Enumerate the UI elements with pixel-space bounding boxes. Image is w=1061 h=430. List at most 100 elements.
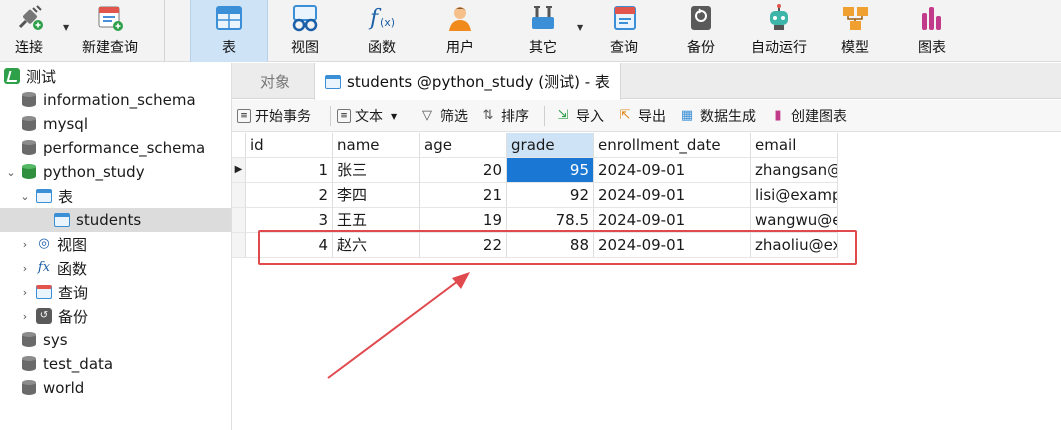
tree-backups-group[interactable]: › ↺ 备份	[0, 304, 231, 328]
automation-button[interactable]: 自动运行	[743, 0, 815, 62]
grid-cell[interactable]: 92	[507, 183, 594, 208]
create-chart-button[interactable]: ▮ 创建图表	[769, 100, 847, 132]
grid-cell[interactable]: 张三	[333, 158, 420, 183]
view-button[interactable]: 视图	[275, 0, 335, 62]
tree-label: 查询	[58, 283, 89, 302]
user-button[interactable]: 用户	[430, 0, 490, 62]
tree-tables-group[interactable]: ⌄ 表	[0, 184, 231, 208]
new-query-button[interactable]: 新建查询	[78, 0, 142, 62]
chevron-right-icon[interactable]: ›	[18, 238, 32, 251]
filter-button[interactable]: ▽ 筛选	[418, 100, 468, 132]
column-header-age[interactable]: age	[420, 133, 507, 158]
column-header-enrollment-date[interactable]: enrollment_date	[594, 133, 751, 158]
tree-label: world	[43, 379, 85, 397]
tree-connection[interactable]: 测试	[0, 64, 231, 88]
button-label: 数据生成	[700, 109, 756, 125]
grid-cell[interactable]: 李四	[333, 183, 420, 208]
chart-icon: ▮	[774, 108, 782, 123]
tree-label: performance_schema	[43, 139, 206, 157]
chevron-right-icon[interactable]: ›	[18, 310, 32, 323]
chevron-right-icon[interactable]: ›	[18, 262, 32, 275]
tree-db-mysql[interactable]: mysql	[0, 112, 231, 136]
connection-icon	[4, 68, 20, 84]
button-label: 导入	[576, 109, 604, 125]
table-button[interactable]: 表	[190, 0, 268, 62]
tree-table-students[interactable]: students	[0, 208, 231, 232]
begin-transaction-button[interactable]: ≡ 开始事务	[237, 100, 311, 132]
annotation-highlight-box	[258, 230, 857, 265]
chevron-down-icon[interactable]: ⌄	[4, 166, 18, 179]
tree-queries-group[interactable]: › 查询	[0, 280, 231, 304]
database-icon	[22, 116, 36, 132]
grid-cell[interactable]: 20	[420, 158, 507, 183]
tree-db-world[interactable]: world	[0, 376, 231, 400]
tab-bar: 对象 students @python_study (测试) - 表	[232, 63, 1061, 100]
database-icon	[22, 140, 36, 156]
svg-text:(x): (x)	[380, 16, 395, 29]
chart-button[interactable]: 图表	[902, 0, 962, 62]
view-icon: ◎	[38, 236, 50, 251]
chevron-down-icon[interactable]: ⌄	[18, 190, 32, 203]
sort-button[interactable]: ⇅ 排序	[479, 100, 529, 132]
data-grid: id name age grade enrollment_date email …	[232, 133, 1061, 430]
grid-cell[interactable]: 2024-09-01	[594, 158, 751, 183]
table-icon	[325, 74, 341, 89]
function-button[interactable]: f (x) 函数	[352, 0, 412, 62]
tree-db-performance-schema[interactable]: performance_schema	[0, 136, 231, 160]
grid-cell[interactable]: 2024-09-01	[594, 183, 751, 208]
grid-cell[interactable]: lisi@examp	[751, 183, 838, 208]
column-header-grade[interactable]: grade	[507, 133, 594, 158]
grid-cell[interactable]: 1	[246, 158, 333, 183]
column-header-email[interactable]: email	[751, 133, 838, 158]
backup-button[interactable]: 备份	[671, 0, 731, 62]
tree-db-information-schema[interactable]: information_schema	[0, 88, 231, 112]
tab-objects[interactable]: 对象	[260, 63, 290, 99]
data-generation-button[interactable]: ▦ 数据生成	[678, 100, 756, 132]
tree-db-python-study[interactable]: ⌄ python_study	[0, 160, 231, 184]
tools-icon	[528, 3, 558, 33]
chevron-right-icon[interactable]: ›	[18, 286, 32, 299]
button-label: 文本	[355, 109, 383, 125]
current-row-marker-icon[interactable]: ▶	[232, 158, 246, 183]
tab-students-table[interactable]: students @python_study (测试) - 表	[314, 63, 621, 100]
grid-cell[interactable]: zhangsan@e	[751, 158, 838, 183]
tree-functions-group[interactable]: › fx 函数	[0, 256, 231, 280]
chart-icon	[917, 3, 947, 33]
sort-icon: ⇅	[482, 108, 494, 123]
row-marker[interactable]	[232, 208, 246, 233]
toolbar-separator	[330, 106, 331, 126]
export-button[interactable]: ⇱ 导出	[616, 100, 666, 132]
tree-label: 测试	[26, 67, 57, 86]
table-icon	[36, 189, 52, 203]
connect-button[interactable]: 连接	[4, 0, 54, 62]
query-button[interactable]: 查询	[594, 0, 654, 62]
export-icon: ⇱	[619, 108, 631, 123]
toolbar-separator	[164, 0, 165, 62]
tree-label: python_study	[43, 163, 145, 181]
table-toolbar: ≡ 开始事务 ≡ 文本 ▼ ▽ 筛选 ⇅ 排序 ⇲ 导入 ⇱ 导出 ▦ 数据生成…	[232, 100, 1061, 132]
chevron-down-icon[interactable]: ▼	[391, 112, 397, 121]
other-button[interactable]: 其它	[513, 0, 573, 62]
other-dropdown-icon[interactable]: ▼	[577, 23, 583, 32]
tree-label: 视图	[57, 235, 88, 254]
data-generation-icon: ▦	[680, 108, 694, 123]
connect-dropdown-icon[interactable]: ▼	[63, 23, 69, 32]
backup-icon	[686, 3, 716, 33]
query-icon	[36, 285, 52, 299]
grid-cell-selected[interactable]: 95	[507, 158, 594, 183]
row-marker[interactable]	[232, 233, 246, 258]
import-button[interactable]: ⇲ 导入	[554, 100, 604, 132]
column-header-id[interactable]: id	[246, 133, 333, 158]
tree-db-test-data[interactable]: test_data	[0, 352, 231, 376]
tree-db-sys[interactable]: sys	[0, 328, 231, 352]
robot-icon	[764, 3, 794, 33]
grid-cell[interactable]: 21	[420, 183, 507, 208]
column-header-name[interactable]: name	[333, 133, 420, 158]
text-view-button[interactable]: ≡ 文本 ▼	[337, 100, 397, 132]
view-icon	[290, 3, 320, 33]
row-marker[interactable]	[232, 183, 246, 208]
model-button[interactable]: 模型	[825, 0, 885, 62]
button-label: 开始事务	[255, 109, 311, 125]
grid-cell[interactable]: 2	[246, 183, 333, 208]
tree-views-group[interactable]: › ◎ 视图	[0, 232, 231, 256]
